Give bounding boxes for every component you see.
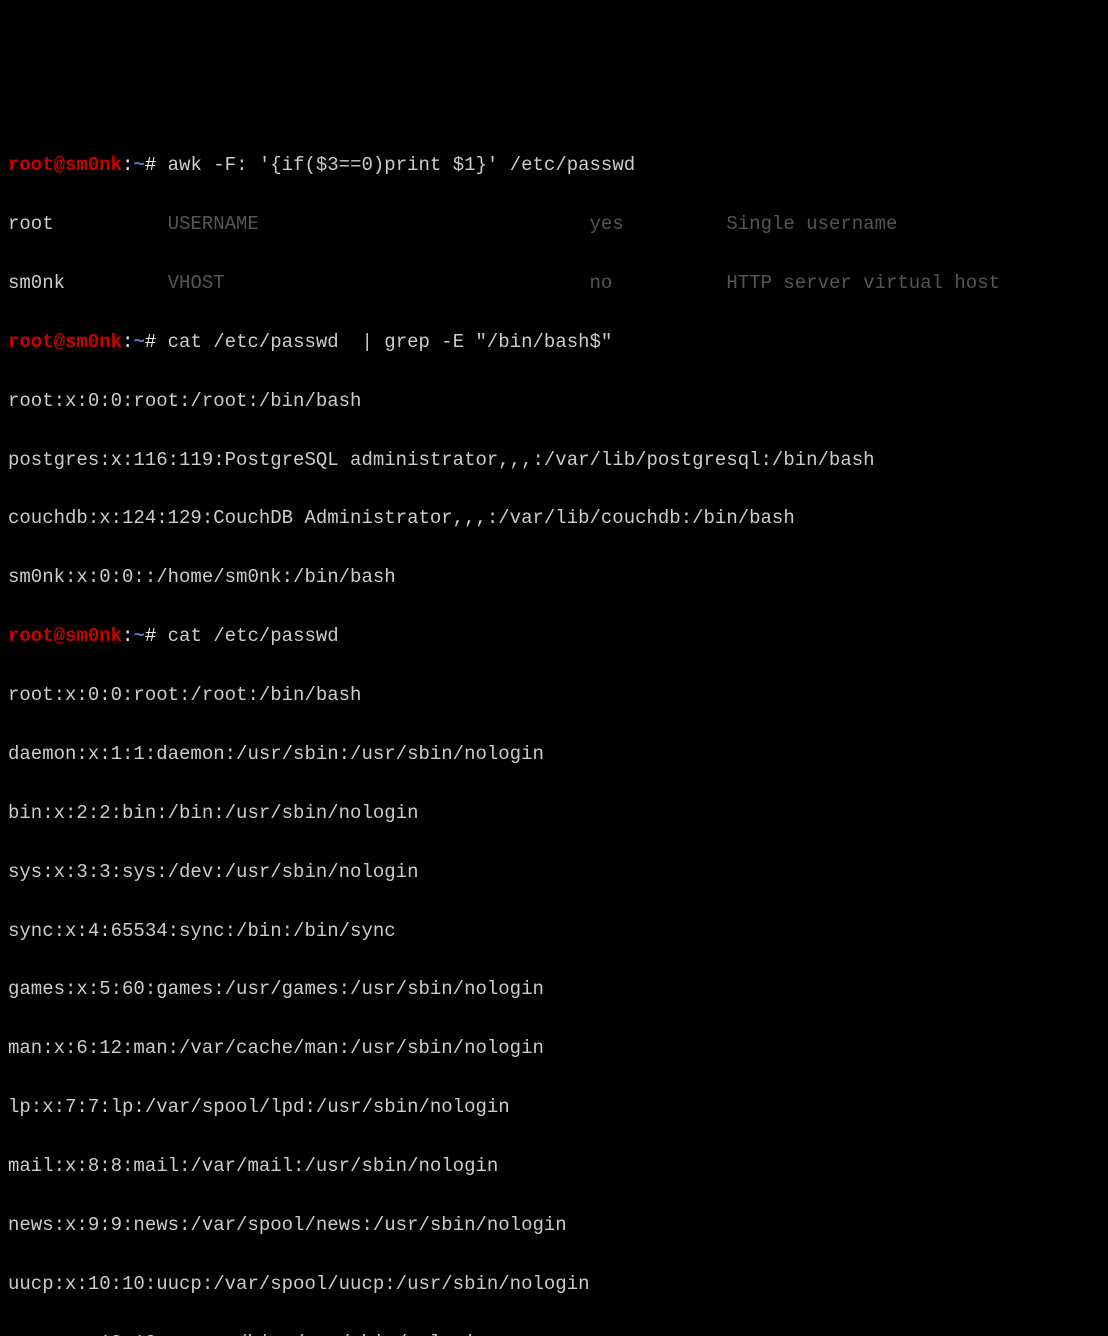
output-text: mail:x:8:8:mail:/var/mail:/usr/sbin/nolo… [8, 1155, 498, 1177]
output-text: sync:x:4:65534:sync:/bin:/bin/sync [8, 920, 396, 942]
output-text: sys:x:3:3:sys:/dev:/usr/sbin/nologin [8, 861, 418, 883]
prompt-hash: # [145, 331, 168, 353]
ghost-text [612, 272, 726, 294]
ghost-text: Single username [726, 213, 897, 235]
output-line: sm0nk:x:0:0::/home/sm0nk:/bin/bash [8, 563, 1100, 592]
prompt-tilde: ~ [133, 625, 144, 647]
ghost-text [65, 272, 168, 294]
output-text: root:x:0:0:root:/root:/bin/bash [8, 390, 361, 412]
output-line: couchdb:x:124:129:CouchDB Administrator,… [8, 504, 1100, 533]
prompt-colon: : [122, 331, 133, 353]
output-text: couchdb:x:124:129:CouchDB Administrator,… [8, 507, 795, 529]
prompt-line-3: root@sm0nk:~# cat /etc/passwd [8, 622, 1100, 651]
output-text: root:x:0:0:root:/root:/bin/bash [8, 684, 361, 706]
terminal[interactable]: root@sm0nk:~# awk -F: '{if($3==0)print $… [8, 122, 1100, 1336]
prompt-user-host: root@sm0nk [8, 625, 122, 647]
output-line: lp:x:7:7:lp:/var/spool/lpd:/usr/sbin/nol… [8, 1093, 1100, 1122]
prompt-line-1: root@sm0nk:~# awk -F: '{if($3==0)print $… [8, 151, 1100, 180]
output-text: daemon:x:1:1:daemon:/usr/sbin:/usr/sbin/… [8, 743, 544, 765]
prompt-tilde: ~ [133, 331, 144, 353]
command-3: cat /etc/passwd [168, 625, 339, 647]
output-line: sync:x:4:65534:sync:/bin:/bin/sync [8, 917, 1100, 946]
output-line: root:x:0:0:root:/root:/bin/bash [8, 681, 1100, 710]
ghost-text: yes [590, 213, 624, 235]
output-line: proxy:x:13:13:proxy:/bin:/usr/sbin/nolog… [8, 1329, 1100, 1336]
output-text: sm0nk [8, 272, 65, 294]
output-text: lp:x:7:7:lp:/var/spool/lpd:/usr/sbin/nol… [8, 1096, 510, 1118]
ghost-text: USERNAME [168, 213, 259, 235]
output-line: sm0nk VHOST no HTTP server virtual host [8, 269, 1100, 298]
output-text: man:x:6:12:man:/var/cache/man:/usr/sbin/… [8, 1037, 544, 1059]
output-text: news:x:9:9:news:/var/spool/news:/usr/sbi… [8, 1214, 567, 1236]
prompt-user-host: root@sm0nk [8, 154, 122, 176]
prompt-colon: : [122, 625, 133, 647]
output-line: bin:x:2:2:bin:/bin:/usr/sbin/nologin [8, 799, 1100, 828]
ghost-text [624, 213, 727, 235]
ghost-text [54, 213, 168, 235]
output-line: news:x:9:9:news:/var/spool/news:/usr/sbi… [8, 1211, 1100, 1240]
output-line: man:x:6:12:man:/var/cache/man:/usr/sbin/… [8, 1034, 1100, 1063]
prompt-line-2: root@sm0nk:~# cat /etc/passwd | grep -E … [8, 328, 1100, 357]
ghost-text [225, 272, 590, 294]
prompt-user-host: root@sm0nk [8, 331, 122, 353]
ghost-text: HTTP server virtual host [726, 272, 1000, 294]
ghost-text: VHOST [168, 272, 225, 294]
output-text: bin:x:2:2:bin:/bin:/usr/sbin/nologin [8, 802, 418, 824]
output-text: uucp:x:10:10:uucp:/var/spool/uucp:/usr/s… [8, 1273, 590, 1295]
output-line: daemon:x:1:1:daemon:/usr/sbin:/usr/sbin/… [8, 740, 1100, 769]
output-text: postgres:x:116:119:PostgreSQL administra… [8, 449, 875, 471]
output-text: root [8, 213, 54, 235]
output-line: sys:x:3:3:sys:/dev:/usr/sbin/nologin [8, 858, 1100, 887]
output-line: mail:x:8:8:mail:/var/mail:/usr/sbin/nolo… [8, 1152, 1100, 1181]
output-text: sm0nk:x:0:0::/home/sm0nk:/bin/bash [8, 566, 396, 588]
prompt-hash: # [145, 625, 168, 647]
output-text: proxy:x:13:13:proxy:/bin:/usr/sbin/nolog… [8, 1332, 487, 1336]
prompt-colon: : [122, 154, 133, 176]
command-2: cat /etc/passwd | grep -E "/bin/bash$" [168, 331, 613, 353]
prompt-hash: # [145, 154, 168, 176]
output-text: games:x:5:60:games:/usr/games:/usr/sbin/… [8, 978, 544, 1000]
output-line: root USERNAME yes Single username [8, 210, 1100, 239]
output-line: postgres:x:116:119:PostgreSQL administra… [8, 446, 1100, 475]
output-line: games:x:5:60:games:/usr/games:/usr/sbin/… [8, 975, 1100, 1004]
output-line: root:x:0:0:root:/root:/bin/bash [8, 387, 1100, 416]
ghost-text: no [590, 272, 613, 294]
prompt-tilde: ~ [133, 154, 144, 176]
ghost-text [259, 213, 590, 235]
command-1: awk -F: '{if($3==0)print $1}' /etc/passw… [168, 154, 635, 176]
output-line: uucp:x:10:10:uucp:/var/spool/uucp:/usr/s… [8, 1270, 1100, 1299]
